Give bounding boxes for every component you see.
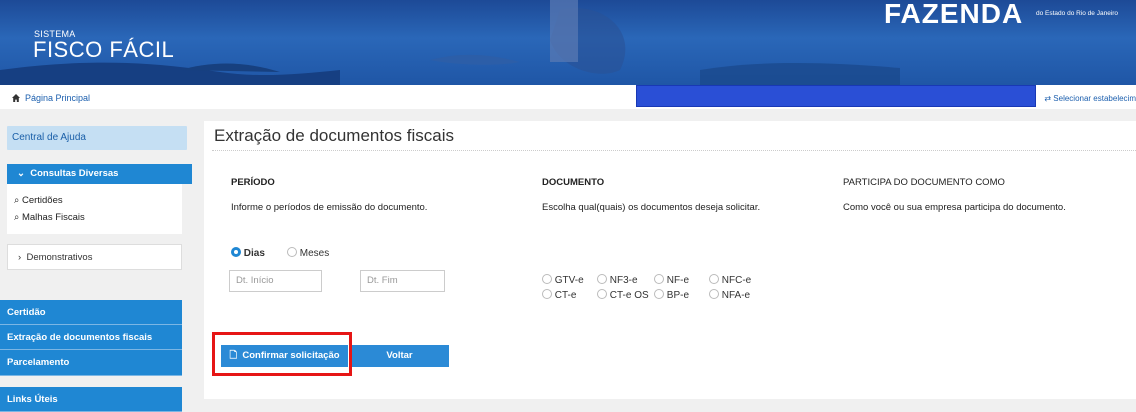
consultas-submenu: ⌕ Certidões ⌕ Malhas Fiscais <box>7 184 182 234</box>
sidebar-item-extracao[interactable]: Extração de documentos fiscais <box>0 325 182 350</box>
header-banner: SISTEMA FISCO FÁCIL FAZENDA do Estado do… <box>0 0 1136 85</box>
radio-meses[interactable]: Meses <box>287 247 329 259</box>
radio-icon <box>597 289 607 299</box>
doc-option-label: NF3-e <box>609 275 638 286</box>
doc-option-nf-e[interactable]: NF-e <box>654 274 689 286</box>
highlight-annotation <box>212 332 352 376</box>
sidebar-item-certidoes[interactable]: ⌕ Certidões <box>14 195 63 206</box>
sidebar-item-malhas[interactable]: ⌕ Malhas Fiscais <box>14 212 85 223</box>
brand-logo: FAZENDA <box>884 3 1024 25</box>
doc-option-nf3-e[interactable]: NF3-e <box>597 274 638 286</box>
app-name: FISCO FÁCIL <box>33 37 175 62</box>
end-date-input[interactable]: Dt. Fim <box>360 270 445 292</box>
radio-icon <box>654 289 664 299</box>
doc-option-label: CT-e OS <box>609 290 649 301</box>
back-button[interactable]: Voltar <box>350 345 449 367</box>
radio-icon <box>709 274 719 284</box>
sidebar-item-label: Demonstrativos <box>26 252 93 263</box>
sidebar-item-label: Certidões <box>21 195 63 206</box>
home-icon <box>12 94 20 102</box>
page-title: Extração de documentos fiscais <box>214 126 455 145</box>
doc-option-label: NF-e <box>666 275 690 286</box>
sidebar-item-parcelamento[interactable]: Parcelamento <box>0 350 182 376</box>
radio-icon <box>597 274 607 284</box>
radio-dias[interactable]: Dias <box>231 247 265 259</box>
doc-option-label: NFA-e <box>721 290 751 301</box>
sidebar-item-certidao[interactable]: Certidão <box>0 300 182 325</box>
radio-icon <box>287 247 297 257</box>
brand-subtitle: do Estado do Rio de Janeiro <box>1036 10 1119 17</box>
periodo-description: Informe o períodos de emissão do documen… <box>231 202 428 213</box>
radio-icon <box>709 289 719 299</box>
sidebar: Central de Ajuda ⌄ Consultas Diversas ⌕ … <box>0 109 197 412</box>
home-link[interactable]: Página Principal <box>12 93 90 103</box>
doc-option-ct-e-os[interactable]: CT-e OS <box>597 289 649 301</box>
home-link-label: Página Principal <box>25 93 91 103</box>
doc-option-label: BP-e <box>666 290 690 301</box>
select-establishment-label: Selecionar estabelecim <box>1053 94 1136 103</box>
documento-header: DOCUMENTO <box>542 177 605 188</box>
radio-dias-label: Dias <box>243 248 265 259</box>
doc-option-nfa-e[interactable]: NFA-e <box>709 289 750 301</box>
sidebar-item-consultas[interactable]: ⌄ Consultas Diversas <box>7 164 192 184</box>
doc-option-label: CT-e <box>554 290 577 301</box>
documento-description: Escolha qual(quais) os documentos deseja… <box>542 202 761 213</box>
doc-option-nfc-e[interactable]: NFC-e <box>709 274 751 286</box>
sidebar-item-demonstrativos[interactable]: › Demonstrativos <box>7 244 182 270</box>
radio-meses-label: Meses <box>299 248 330 259</box>
periodo-header: PERÍODO <box>231 177 275 188</box>
radio-icon <box>654 274 664 284</box>
participa-header: PARTICIPA DO DOCUMENTO COMO <box>843 177 1005 188</box>
sidebar-item-help[interactable]: Central de Ajuda <box>7 126 187 150</box>
swap-icon: ⇄ <box>1044 94 1054 103</box>
doc-option-gtv-e[interactable]: GTV-e <box>542 274 584 286</box>
chevron-right-icon: › <box>18 252 22 263</box>
radio-icon <box>542 274 552 284</box>
participa-description: Como você ou sua empresa participa do do… <box>843 202 1066 213</box>
doc-option-bp-e[interactable]: BP-e <box>654 289 689 301</box>
radio-icon <box>542 289 552 299</box>
divider <box>212 150 1136 151</box>
doc-option-label: NFC-e <box>721 275 752 286</box>
chevron-down-icon: ⌄ <box>17 168 25 179</box>
redacted-field <box>636 85 1036 107</box>
sidebar-item-consultas-label: Consultas Diversas <box>30 168 119 179</box>
search-icon: ⌕ <box>14 212 20 223</box>
search-icon: ⌕ <box>14 195 20 206</box>
sidebar-item-links-uteis[interactable]: Links Úteis <box>0 387 182 412</box>
start-date-input[interactable]: Dt. Início <box>229 270 322 292</box>
select-establishment-link[interactable]: ⇄ Selecionar estabelecim <box>1044 94 1136 103</box>
radio-selected-icon <box>231 247 241 257</box>
doc-option-label: GTV-e <box>554 275 584 286</box>
sidebar-item-label: Malhas Fiscais <box>21 212 85 223</box>
doc-option-ct-e[interactable]: CT-e <box>542 289 576 301</box>
